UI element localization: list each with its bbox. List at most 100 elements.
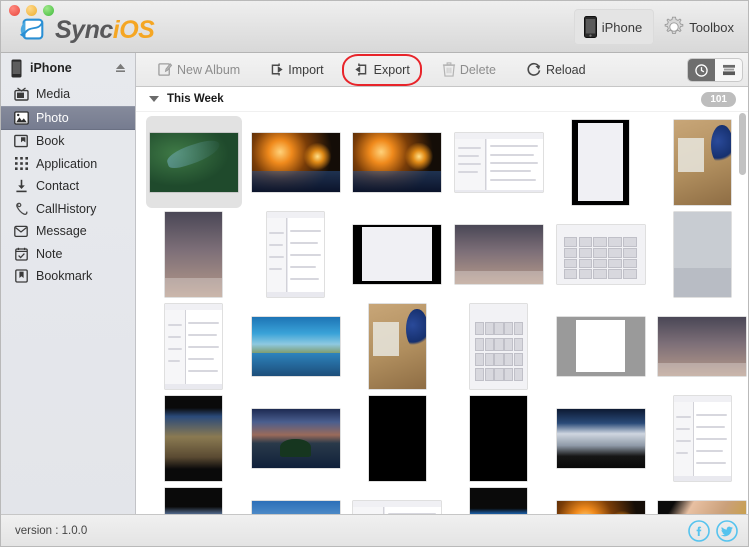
photo-cell[interactable]	[451, 208, 547, 300]
photo-cell[interactable]	[146, 392, 242, 484]
photo-cell[interactable]	[146, 208, 242, 300]
toolbox-button[interactable]: Toolbox	[654, 9, 742, 45]
grid-icon	[13, 156, 29, 172]
sidebar-item-application[interactable]: Application	[1, 153, 135, 176]
status-bar: version : 1.0.0	[1, 514, 748, 546]
photo-thumbnail[interactable]	[470, 395, 528, 481]
photo-thumbnail[interactable]	[454, 132, 543, 192]
photo-thumbnail[interactable]	[556, 224, 645, 284]
photo-cell[interactable]	[146, 300, 242, 392]
eject-icon[interactable]	[115, 63, 126, 73]
photo-cell[interactable]	[248, 116, 344, 208]
header-actions: iPhone Toolbox	[573, 9, 742, 45]
sidebar-item-book[interactable]: Book	[1, 130, 135, 153]
sidebar-item-note[interactable]: Note	[1, 243, 135, 266]
photo-cell[interactable]	[654, 300, 748, 392]
reload-button[interactable]: Reload	[518, 57, 594, 83]
photo-thumbnail[interactable]	[572, 119, 630, 205]
reload-label: Reload	[545, 62, 586, 77]
content-scrollbar-thumb[interactable]	[739, 113, 746, 175]
photo-cell[interactable]	[349, 484, 445, 516]
photo-thumbnail[interactable]	[149, 132, 238, 192]
photo-cell[interactable]	[248, 300, 344, 392]
photo-thumbnail[interactable]	[353, 132, 442, 192]
view-toggle-group	[688, 59, 742, 81]
photo-thumbnail[interactable]	[454, 224, 543, 284]
sidebar-item-contact[interactable]: Contact	[1, 175, 135, 198]
photo-thumbnail[interactable]	[165, 303, 223, 389]
new-album-button[interactable]: New Album	[150, 57, 248, 83]
photo-cell[interactable]	[654, 116, 748, 208]
group-header-this-week[interactable]: This Week 101	[136, 87, 748, 112]
photo-cell[interactable]	[654, 484, 748, 516]
photo-thumbnail[interactable]	[368, 303, 426, 389]
photo-thumbnail[interactable]	[251, 408, 340, 468]
photo-thumbnail[interactable]	[267, 211, 324, 297]
sidebar-item-callhistory[interactable]: CallHistory	[1, 198, 135, 221]
device-button-iphone[interactable]: iPhone	[573, 9, 655, 45]
view-toggle-time[interactable]	[688, 59, 715, 81]
photo-cell[interactable]	[553, 208, 649, 300]
photo-cell[interactable]	[349, 208, 445, 300]
photo-cell[interactable]	[248, 392, 344, 484]
photo-thumbnail[interactable]	[165, 395, 223, 481]
photo-thumbnail[interactable]	[251, 132, 340, 192]
disclosure-triangle-icon[interactable]	[149, 96, 159, 102]
sidebar-device-iphone[interactable]: iPhone	[1, 53, 135, 83]
photo-thumbnail[interactable]	[165, 211, 223, 297]
sidebar-item-media[interactable]: Media	[1, 83, 135, 106]
import-icon	[271, 63, 283, 76]
photo-cell[interactable]	[654, 208, 748, 300]
photo-thumbnail[interactable]	[658, 316, 747, 376]
new-album-icon	[158, 63, 173, 76]
photo-cell[interactable]	[451, 116, 547, 208]
facebook-icon[interactable]	[688, 519, 710, 542]
action-toolbar: New Album Import Export Delete Reload	[136, 53, 748, 87]
photo-cell[interactable]	[553, 392, 649, 484]
photo-thumbnail[interactable]	[673, 395, 731, 481]
photo-thumbnail[interactable]	[673, 211, 731, 297]
import-button[interactable]: Import	[260, 57, 331, 83]
note-icon	[13, 246, 29, 262]
twitter-icon[interactable]	[716, 519, 738, 542]
book-icon	[13, 133, 29, 149]
bookmark-icon	[13, 268, 29, 284]
photo-cell[interactable]	[451, 300, 547, 392]
photo-cell[interactable]	[553, 484, 649, 516]
photo-thumbnail[interactable]	[673, 119, 731, 205]
photo-cell[interactable]	[553, 300, 649, 392]
sidebar-item-message[interactable]: Message	[1, 220, 135, 243]
view-toggle-album[interactable]	[715, 59, 742, 81]
photo-cell[interactable]	[248, 208, 344, 300]
photo-cell[interactable]	[451, 484, 547, 516]
title-bar: SynciOS iPhone Toolbox	[1, 1, 748, 53]
photo-cell-selected[interactable]	[146, 116, 242, 208]
photo-icon	[13, 110, 29, 126]
photo-thumbnail[interactable]	[556, 316, 645, 376]
sidebar-item-photo[interactable]: Photo	[1, 105, 135, 130]
photo-cell[interactable]	[451, 392, 547, 484]
delete-button[interactable]: Delete	[434, 57, 504, 83]
photo-thumbnail[interactable]	[556, 408, 645, 468]
photo-thumbnail[interactable]	[470, 303, 528, 389]
sidebar-item-bookmark[interactable]: Bookmark	[1, 265, 135, 288]
photo-thumbnail[interactable]	[470, 487, 528, 516]
photo-cell[interactable]	[349, 116, 445, 208]
export-button[interactable]: Export	[341, 53, 422, 86]
content-scrollbar-track[interactable]	[739, 113, 748, 513]
new-album-label: New Album	[177, 62, 241, 77]
photo-thumbnail[interactable]	[353, 224, 442, 284]
photo-cell[interactable]	[654, 392, 748, 484]
import-label: Import	[288, 62, 324, 77]
photo-thumbnail[interactable]	[165, 487, 223, 516]
photo-cell[interactable]	[553, 116, 649, 208]
photo-grid-row	[136, 208, 748, 300]
photo-cell[interactable]	[248, 484, 344, 516]
sidebar-item-message-label: Message	[36, 224, 87, 239]
photo-cell[interactable]	[146, 484, 242, 516]
photo-cell[interactable]	[349, 392, 445, 484]
sidebar-item-photo-label: Photo	[36, 110, 69, 125]
photo-thumbnail[interactable]	[251, 316, 340, 376]
photo-cell[interactable]	[349, 300, 445, 392]
photo-thumbnail[interactable]	[368, 395, 426, 481]
